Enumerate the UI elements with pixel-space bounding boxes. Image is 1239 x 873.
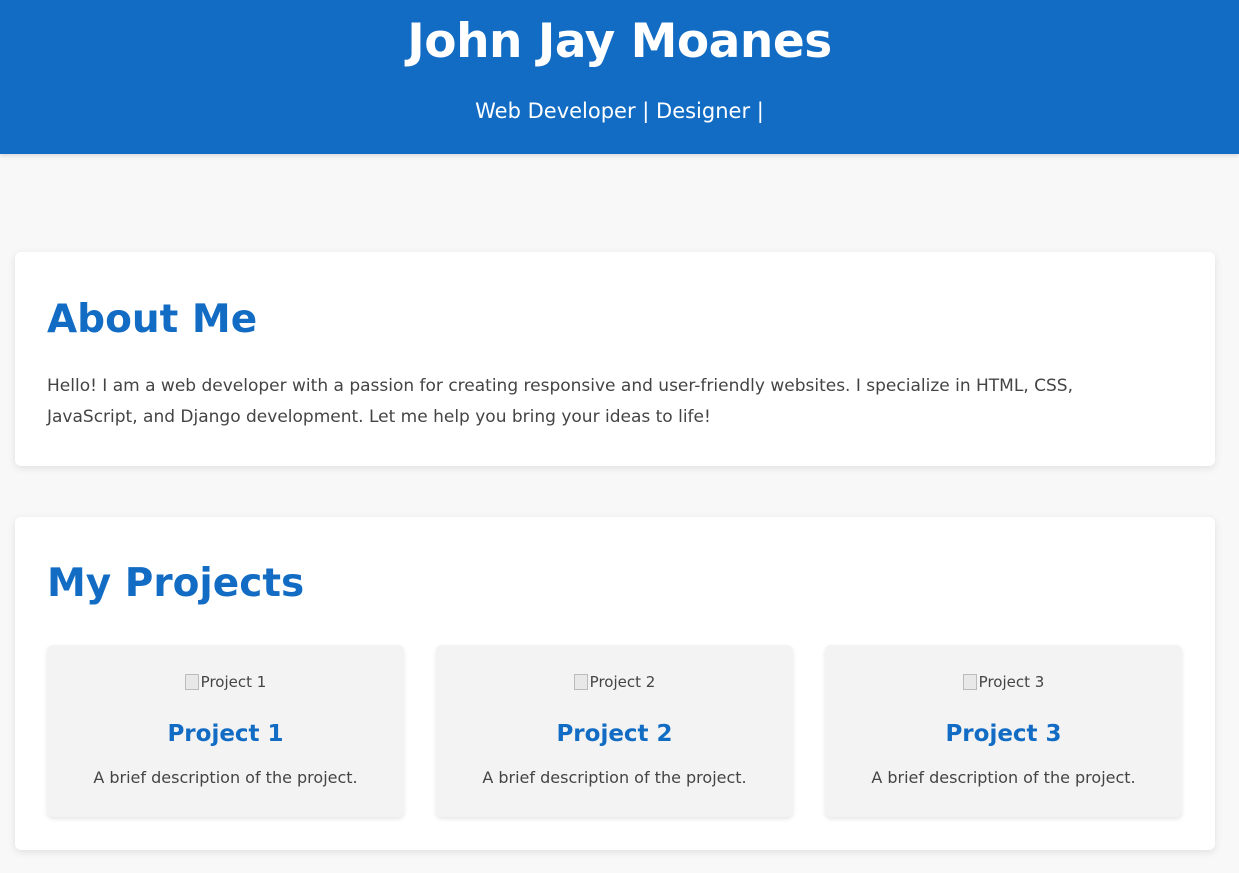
project-card-1: Project 1 Project 1 A brief description …	[47, 645, 404, 817]
project-image-alt-1: Project 1	[200, 673, 267, 691]
site-owner-name: John Jay Moanes	[407, 14, 832, 69]
broken-image-icon	[573, 674, 588, 690]
project-image-2: Project 2	[436, 669, 793, 695]
project-title-3: Project 3	[945, 721, 1062, 747]
about-title: About Me	[47, 297, 258, 342]
project-card-2: Project 2 Project 2 A brief description …	[436, 645, 793, 817]
project-description-3: A brief description of the project.	[871, 768, 1136, 787]
broken-image-icon	[962, 674, 977, 690]
project-description-2: A brief description of the project.	[482, 768, 747, 787]
broken-image-icon	[184, 674, 199, 690]
site-header: John Jay Moanes Web Developer | Designer…	[0, 0, 1239, 154]
projects-section: My Projects Project 1 Project 1 A brief …	[15, 517, 1215, 850]
project-card-3: Project 3 Project 3 A brief description …	[825, 645, 1182, 817]
project-image-3: Project 3	[825, 669, 1182, 695]
project-image-alt-3: Project 3	[978, 673, 1045, 691]
project-image-alt-2: Project 2	[589, 673, 656, 691]
site-subtitle: Web Developer | Designer |	[475, 99, 764, 123]
projects-title: My Projects	[47, 561, 305, 606]
about-text: Hello! I am a web developer with a passi…	[47, 376, 1073, 427]
project-title-1: Project 1	[167, 721, 284, 747]
about-section: About Me Hello! I am a web developer wit…	[15, 252, 1215, 466]
project-title-2: Project 2	[556, 721, 673, 747]
project-description-1: A brief description of the project.	[93, 768, 358, 787]
project-image-1: Project 1	[47, 669, 404, 695]
